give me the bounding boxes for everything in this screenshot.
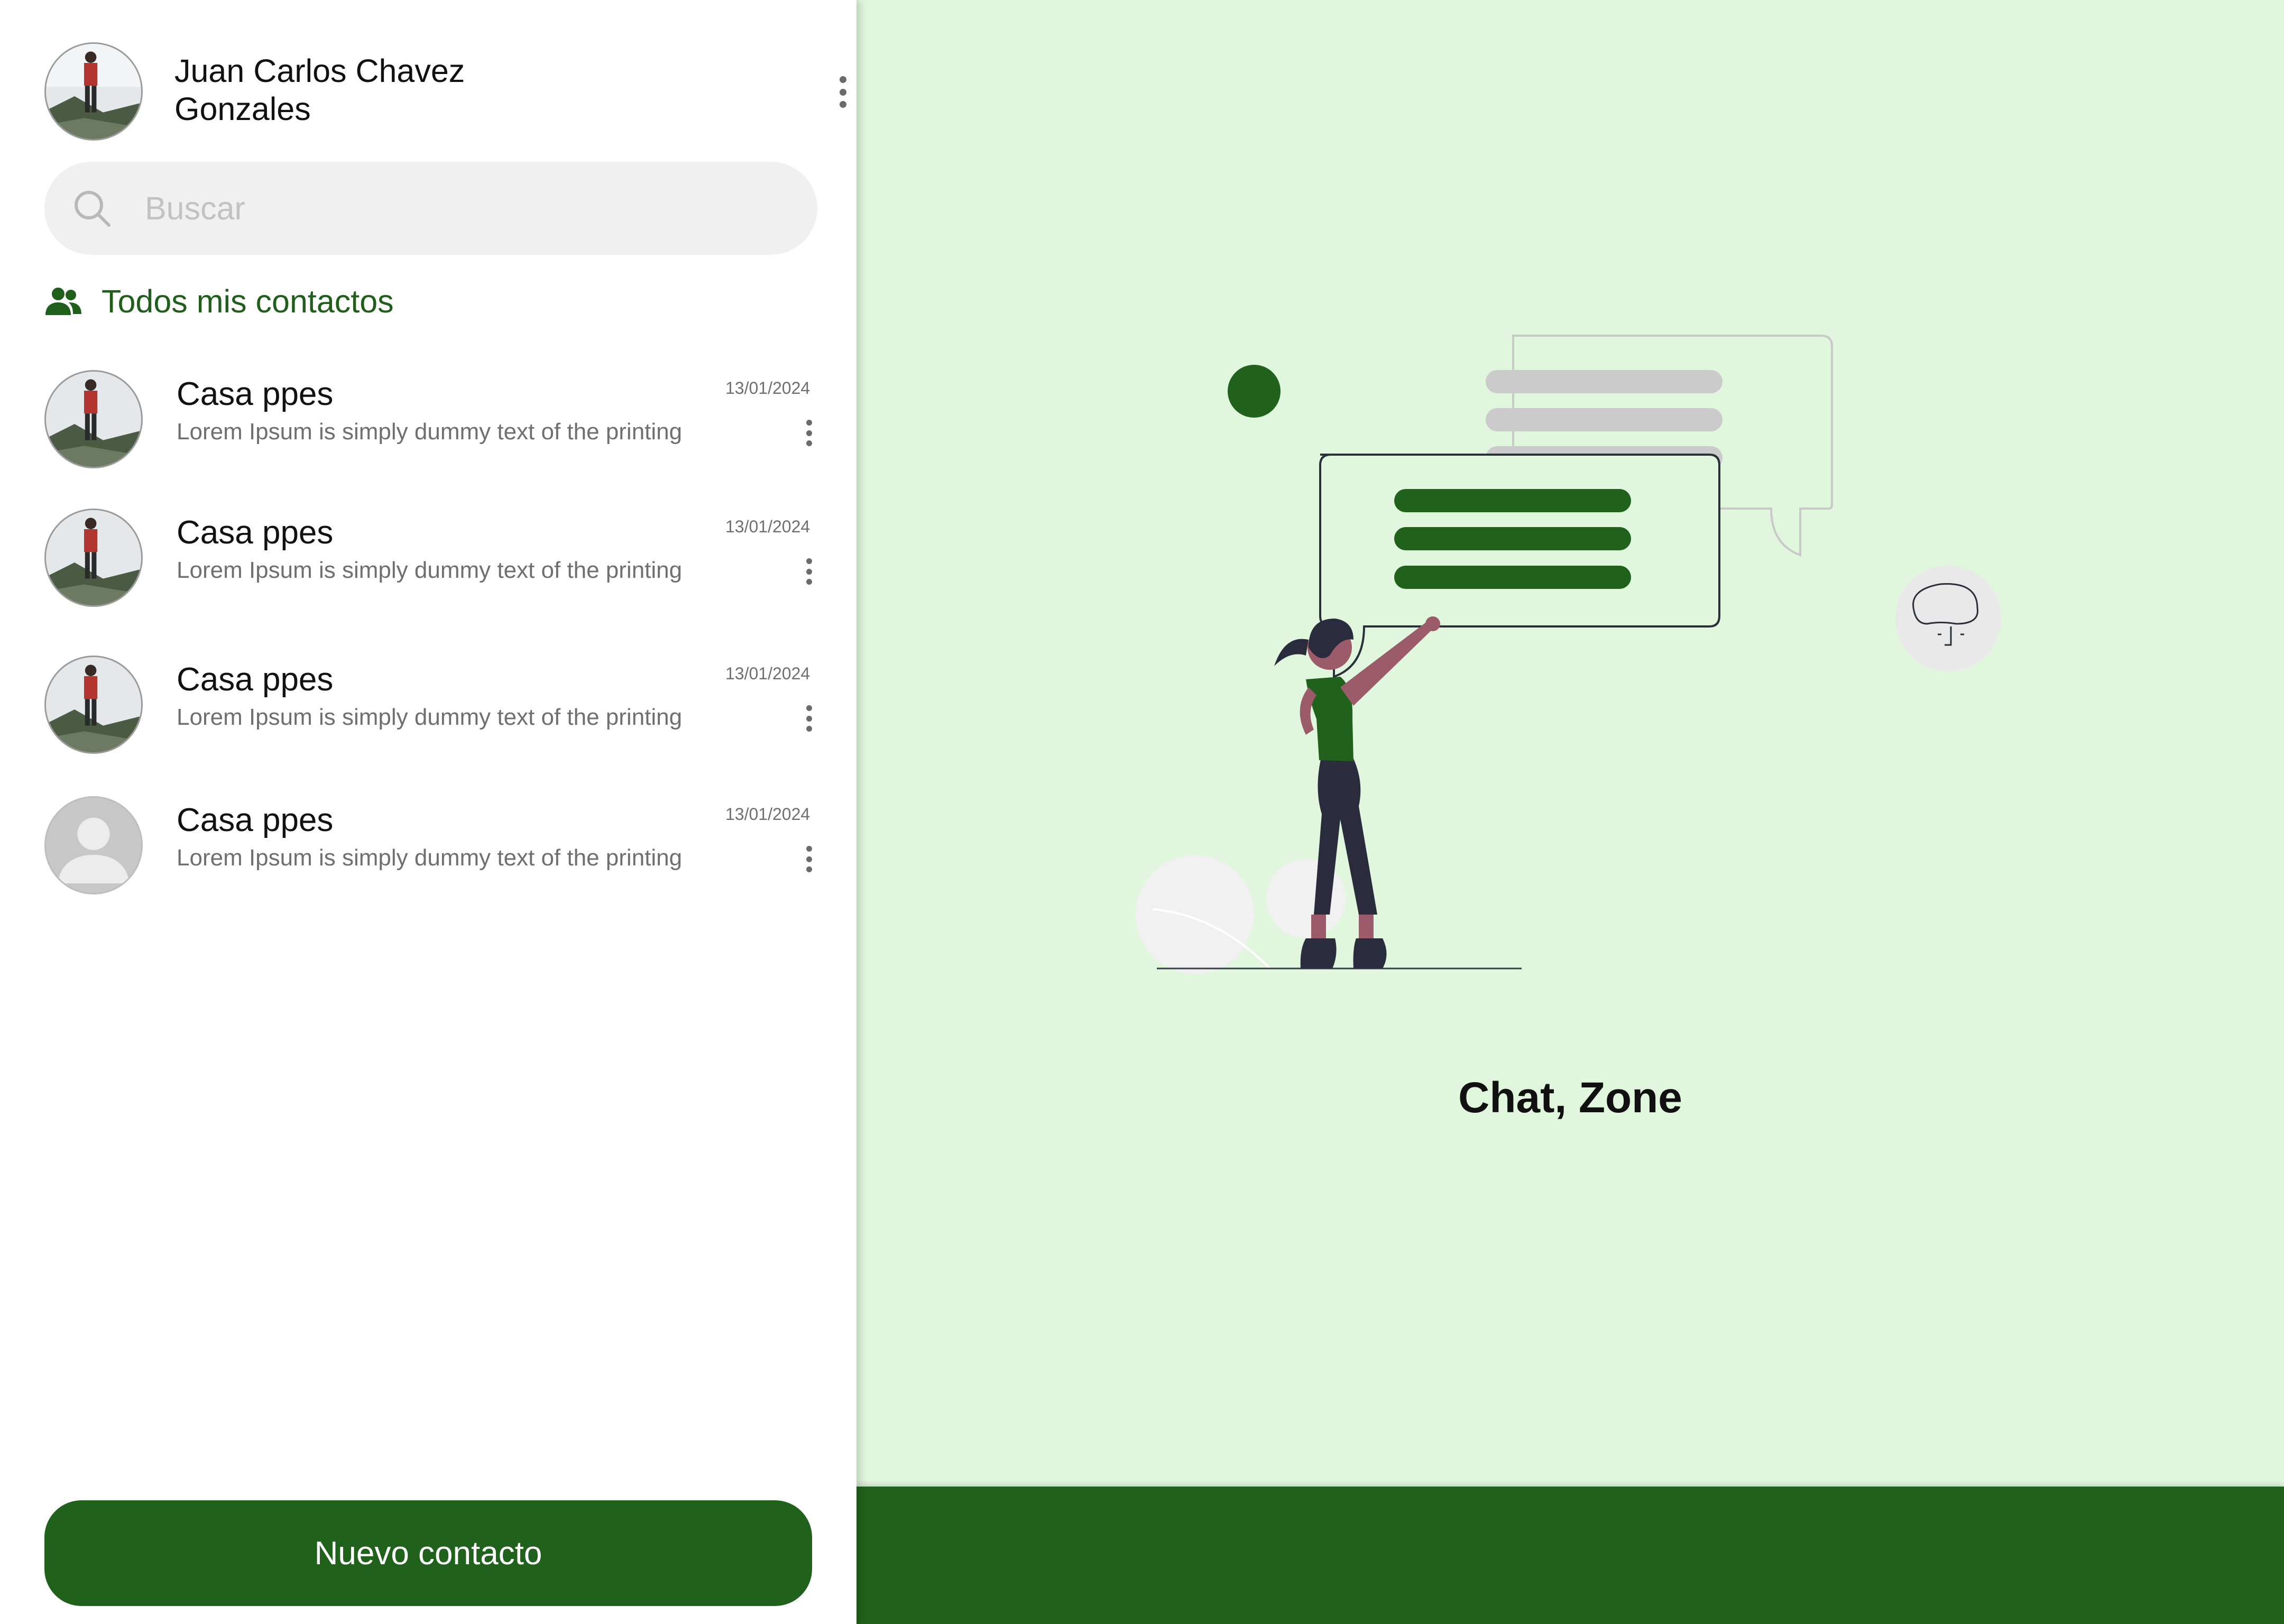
contact-avatar [44, 509, 143, 607]
contact-item[interactable]: Casa ppes Lorem Ipsum is simply dummy te… [44, 370, 822, 476]
contact-avatar [44, 370, 143, 468]
chat-illustration [1136, 335, 2001, 974]
contact-item[interactable]: Casa ppes Lorem Ipsum is simply dummy te… [44, 796, 822, 902]
contact-avatar [44, 656, 143, 754]
profile-name: Juan Carlos Chavez Gonzales [174, 53, 465, 127]
search-icon [75, 191, 110, 227]
section-title: Todos mis contactos [102, 283, 394, 319]
profile-avatar[interactable] [44, 42, 143, 141]
contact-date: 13/01/2024 [725, 805, 811, 824]
search-input[interactable] [145, 182, 779, 235]
welcome-panel: Chat, Zone [856, 0, 2284, 1624]
contact-last-message: Lorem Ipsum is simply dummy text of the … [177, 704, 683, 730]
contact-menu-kebab-icon[interactable] [798, 705, 819, 732]
contact-photo [46, 657, 141, 752]
search-bar[interactable] [44, 162, 817, 255]
group-people-icon [45, 288, 81, 315]
contact-last-message: Lorem Ipsum is simply dummy text of the … [177, 419, 683, 445]
contacts-section-header[interactable]: Todos mis contactos [44, 280, 785, 322]
contact-photo [46, 372, 141, 467]
footer-bar [856, 1487, 2284, 1624]
profile-header: Juan Carlos Chavez Gonzales [44, 42, 846, 143]
contact-item[interactable]: Casa ppes Lorem Ipsum is simply dummy te… [44, 509, 822, 614]
default-user-icon [46, 798, 141, 893]
profile-menu-kebab-icon[interactable] [832, 76, 853, 108]
contact-menu-kebab-icon[interactable] [798, 420, 819, 446]
welcome-title: Chat, Zone [1458, 1074, 1682, 1122]
contact-menu-kebab-icon[interactable] [798, 846, 819, 872]
contact-date: 13/01/2024 [725, 517, 811, 536]
contact-avatar [44, 796, 143, 894]
contact-name: Casa ppes [177, 514, 334, 551]
contact-photo [46, 510, 141, 605]
contact-menu-kebab-icon[interactable] [798, 558, 819, 585]
new-contact-button[interactable]: Nuevo contacto [44, 1500, 812, 1606]
sidebar: Juan Carlos Chavez Gonzales Todos mis co… [0, 0, 856, 1624]
contact-name: Casa ppes [177, 661, 334, 698]
contact-last-message: Lorem Ipsum is simply dummy text of the … [177, 845, 683, 871]
contact-item[interactable]: Casa ppes Lorem Ipsum is simply dummy te… [44, 656, 822, 761]
profile-photo [46, 44, 141, 139]
contact-date: 13/01/2024 [725, 664, 811, 683]
contact-last-message: Lorem Ipsum is simply dummy text of the … [177, 557, 683, 583]
contact-date: 13/01/2024 [725, 379, 811, 398]
contact-name: Casa ppes [177, 376, 334, 412]
contact-name: Casa ppes [177, 802, 334, 838]
